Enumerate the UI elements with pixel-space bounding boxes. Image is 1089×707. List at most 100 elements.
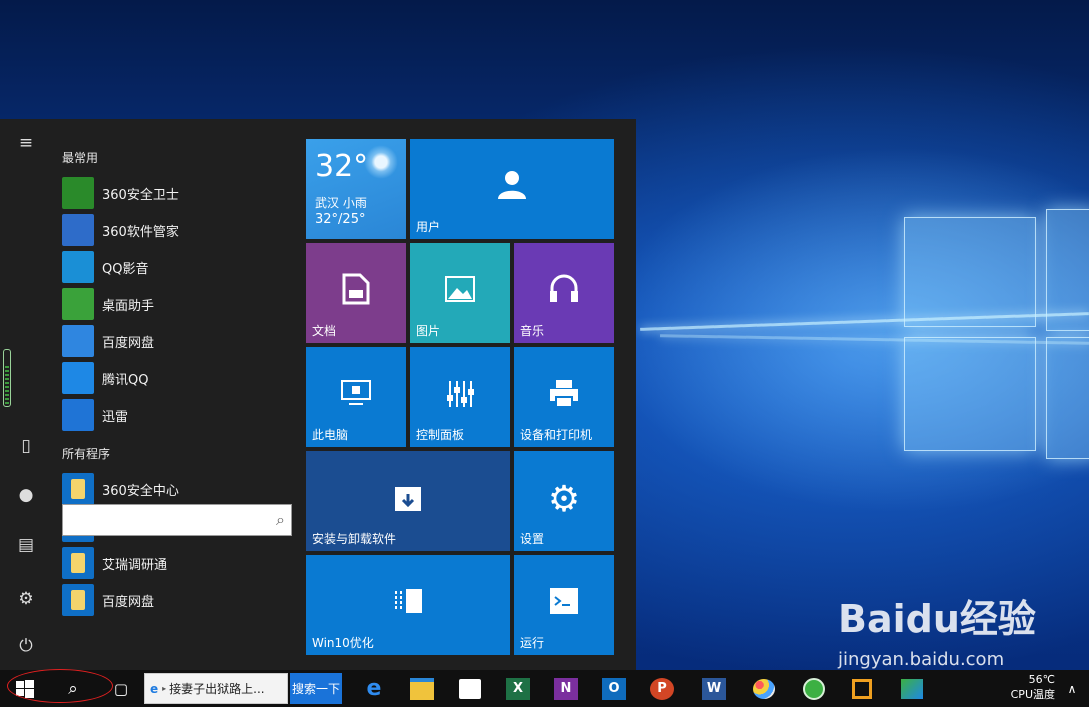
tile-devices-printers[interactable]: 设备和打印机	[514, 347, 614, 447]
tile-pictures[interactable]: 图片	[410, 243, 510, 343]
qq-player-icon	[62, 251, 94, 283]
360-safe-icon	[62, 177, 94, 209]
most-used-item[interactable]: 桌面助手	[62, 287, 294, 321]
picture-icon	[410, 275, 510, 310]
desktop-helper-icon	[62, 288, 94, 320]
task-view-icon: ▢	[113, 679, 129, 698]
watermark-url: jingyan.baidu.com	[838, 649, 1005, 670]
weather-range: 32°/25°	[315, 212, 366, 227]
most-used-item[interactable]: 腾讯QQ	[62, 361, 294, 395]
settings-gear-icon[interactable]: ⚙	[15, 588, 37, 610]
edge-icon[interactable]: e	[360, 674, 388, 703]
tile-install-uninstall[interactable]: 安装与卸载软件	[306, 451, 510, 551]
most-used-item-label: 百度网盘	[102, 335, 155, 351]
all-programs-item-label: 艾瑞调研通	[102, 557, 168, 573]
most-used-item[interactable]: 迅雷	[62, 398, 294, 432]
tile-control-panel[interactable]: 控制面板	[410, 347, 510, 447]
tile-install-uninstall-label: 安装与卸载软件	[312, 532, 397, 546]
ie-icon: e	[150, 681, 159, 696]
tile-documents[interactable]: 文档	[306, 243, 406, 343]
most-used-header: 最常用	[62, 151, 99, 165]
baidu-netdisk-icon	[62, 325, 94, 357]
tile-documents-label: 文档	[312, 324, 337, 338]
baidu-jingyan-watermark: Baidu经验 jingyan.baidu.com	[838, 588, 1036, 670]
ie-dropdown-icon: ▸	[162, 684, 167, 693]
optimize-panel-icon	[306, 587, 510, 623]
network-icon[interactable]	[898, 674, 926, 703]
tile-settings-label: 设置	[520, 532, 545, 546]
ie-address-text: 接妻子出狱路上...	[169, 682, 265, 696]
360-soft-manager-icon	[62, 214, 94, 246]
install-box-icon	[306, 485, 510, 521]
watermark-brand: Baidu经验	[838, 597, 1036, 641]
tile-settings[interactable]: ⚙ 设置	[514, 451, 614, 551]
tablet-mode-icon[interactable]: ▯	[15, 435, 37, 457]
file-explorer-rail-icon[interactable]: ▤	[15, 534, 37, 556]
weather-city: 武汉	[315, 196, 340, 210]
most-used-item[interactable]: 360安全卫士	[62, 176, 294, 210]
user-account-icon[interactable]: ●	[15, 484, 37, 506]
tile-this-pc-label: 此电脑	[312, 428, 349, 442]
tile-run-label: 运行	[520, 636, 545, 650]
powerpoint-icon[interactable]: P	[648, 674, 676, 703]
all-programs-item-label: 360安全中心	[102, 483, 179, 499]
tile-win10-optimize-label: Win10优化	[312, 636, 374, 650]
tile-user[interactable]: 用户	[410, 139, 614, 239]
weather-sun-icon	[364, 145, 398, 179]
tile-music-label: 音乐	[520, 324, 545, 338]
tile-music[interactable]: 音乐	[514, 243, 614, 343]
search-icon: ⌕	[276, 510, 285, 529]
tile-this-pc[interactable]: 此电脑	[306, 347, 406, 447]
tile-run[interactable]: 运行	[514, 555, 614, 655]
folder-icon	[62, 584, 94, 616]
tile-pictures-label: 图片	[416, 324, 441, 338]
onenote-icon[interactable]: N	[552, 674, 580, 703]
gear-icon: ⚙	[547, 479, 581, 520]
hamburger-menu-icon[interactable]: ≡	[15, 132, 37, 154]
outlook-icon[interactable]: O	[600, 674, 628, 703]
app-list: 最常用 360安全卫士 360软件管家 QQ影音 桌面助手 百度网盘 腾讯QQ 迅雷 所有程…	[50, 119, 300, 670]
highlight-annotation-oval	[7, 669, 113, 703]
paint-icon[interactable]	[750, 674, 778, 703]
tile-weather[interactable]: 32° 武汉 小雨 32°/25°	[306, 139, 406, 239]
most-used-item[interactable]: 百度网盘	[62, 324, 294, 358]
taskbar: ⌕ ▢ e ▸ 接妻子出狱路上... 搜索一下 e X N O P W 56℃ …	[0, 670, 1089, 707]
most-used-item-label: 腾讯QQ	[102, 372, 149, 388]
xunlei-icon	[62, 399, 94, 431]
weather-condition: 小雨	[342, 196, 367, 210]
all-programs-item[interactable]: 360安全中心	[62, 472, 294, 506]
most-used-item[interactable]: 360软件管家	[62, 213, 294, 247]
power-icon[interactable]: ⏻	[15, 635, 37, 657]
scroll-indicator	[3, 349, 11, 407]
all-programs-item[interactable]: 艾瑞调研通	[62, 546, 294, 580]
weather-temp: 32°	[315, 149, 369, 184]
file-explorer-icon[interactable]	[408, 674, 436, 703]
start-search-input[interactable]: ⌕	[62, 504, 292, 536]
browser-360-icon[interactable]	[800, 674, 828, 703]
tile-user-label: 用户	[416, 220, 441, 234]
most-used-item-label: 迅雷	[102, 409, 129, 425]
tile-control-panel-label: 控制面板	[416, 428, 465, 442]
monitor-icon	[306, 379, 406, 415]
folder-icon	[62, 473, 94, 505]
app-frame-icon[interactable]	[848, 674, 876, 703]
headphones-icon	[514, 273, 614, 311]
all-programs-header: 所有程序	[62, 447, 111, 461]
most-used-item-label: 桌面助手	[102, 298, 155, 314]
ie-address-box[interactable]: e ▸ 接妻子出狱路上...	[144, 673, 288, 704]
most-used-item-label: 360软件管家	[102, 224, 179, 240]
most-used-item-label: 360安全卫士	[102, 187, 179, 203]
store-icon[interactable]	[456, 674, 484, 703]
search-go-button[interactable]: 搜索一下	[290, 673, 342, 704]
sliders-icon	[410, 379, 510, 417]
excel-icon[interactable]: X	[504, 674, 532, 703]
most-used-item-label: QQ影音	[102, 261, 149, 277]
chevron-up-icon[interactable]: ∧	[1062, 674, 1082, 703]
run-command-icon	[514, 587, 614, 623]
qq-penguin-icon	[62, 362, 94, 394]
cpu-temp-label: CPU温度	[1010, 688, 1055, 701]
all-programs-item[interactable]: 百度网盘	[62, 583, 294, 617]
most-used-item[interactable]: QQ影音	[62, 250, 294, 284]
word-icon[interactable]: W	[700, 674, 728, 703]
tile-win10-optimize[interactable]: Win10优化	[306, 555, 510, 655]
